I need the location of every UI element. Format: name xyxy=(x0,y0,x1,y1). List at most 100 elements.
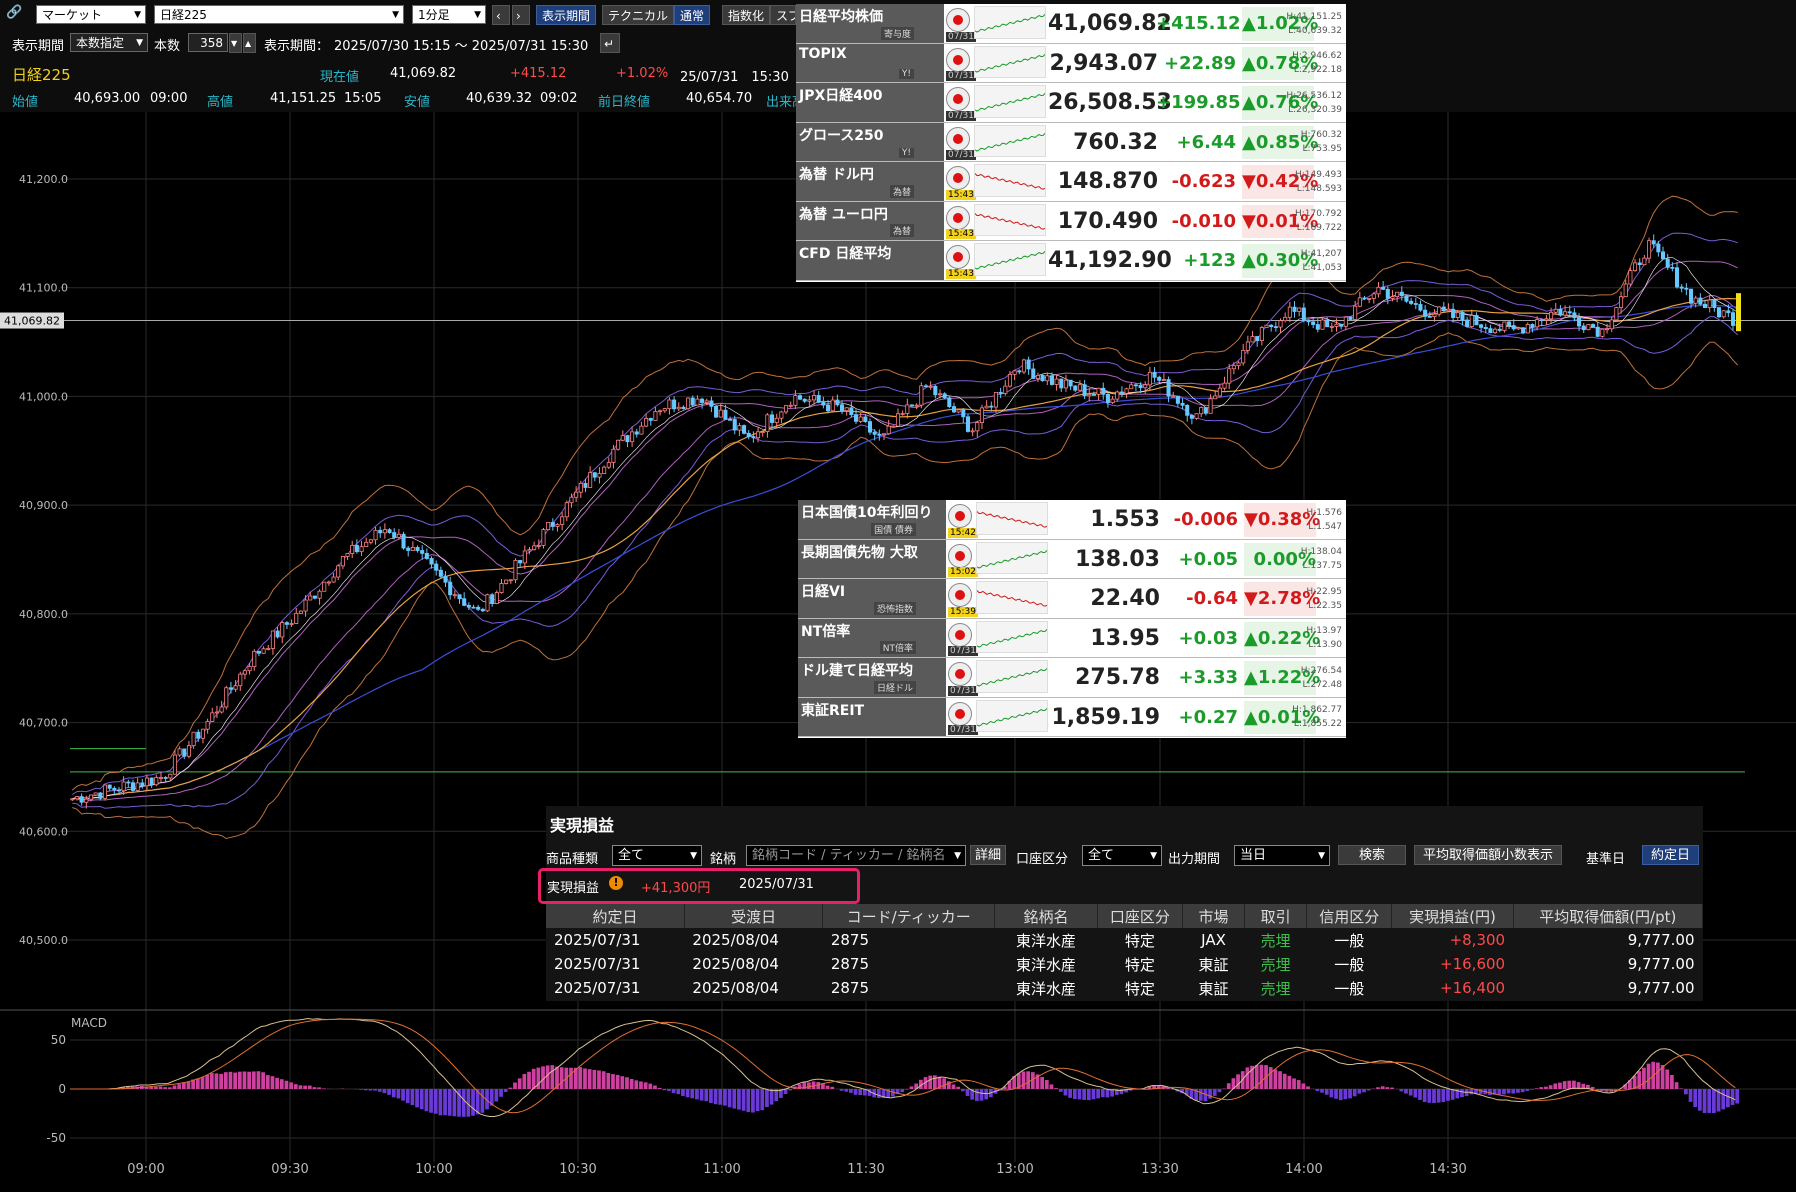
quote-low: L:2,922.18 xyxy=(1293,65,1342,76)
macd-histogram-bar xyxy=(704,1089,709,1102)
macd-histogram-bar xyxy=(461,1089,466,1117)
quote-high: H:13.97 xyxy=(1306,626,1342,637)
quote-row[interactable]: 日経VI 恐怖指数 15:39 22.40 -0.64 ▼2.78% H:22.95 L:22… xyxy=(798,579,1346,619)
candle-body xyxy=(1012,370,1017,375)
index-button[interactable]: 指数化 xyxy=(722,5,771,25)
table-row[interactable]: 2025/07/31 2025/08/04 2875 東洋水産 特定 JAX 売埋 一般 +8,… xyxy=(546,928,1703,952)
quote-row[interactable]: 東証REIT 07/31 1,859.19 +0.27 ▲0.01% H:1,862.77… xyxy=(798,697,1346,737)
candle-body xyxy=(513,560,518,581)
candle-body xyxy=(308,595,313,601)
symbol-select[interactable]: 日経225 ▼ xyxy=(154,5,404,24)
macd-histogram-bar xyxy=(499,1089,503,1097)
quote-row[interactable]: NT倍率 NT倍率 07/31 13.95 +0.03 ▲0.22% H:13.97 L:13… xyxy=(798,618,1346,658)
market-select[interactable]: マーケット ▼ xyxy=(36,5,146,24)
candle-body xyxy=(1399,291,1404,297)
candle-body xyxy=(1600,328,1605,337)
candle-body xyxy=(1306,320,1311,323)
pnl-column-header[interactable]: 銘柄名 xyxy=(994,904,1098,928)
link-icon[interactable]: 🔗 xyxy=(6,5,22,20)
quote-low: L:753.95 xyxy=(1302,144,1342,155)
candle-body xyxy=(364,541,369,547)
table-cell: 2025/08/04 xyxy=(692,955,779,973)
detail-button[interactable]: 詳細 xyxy=(970,845,1007,865)
quote-row[interactable]: 為替 ドル円 為替 15:43 148.870 -0.623 ▼0.42% H:149.49… xyxy=(796,162,1346,202)
next-button[interactable]: › xyxy=(512,5,530,25)
quote-row[interactable]: グロース250 Y! 07/31 760.32 +6.44 ▲0.85% H:760.32 L… xyxy=(796,122,1346,162)
pnl-column-header[interactable]: 平均取得価額(円/pt) xyxy=(1513,904,1704,928)
chevron-down-icon: ▼ xyxy=(474,10,481,20)
prev-button[interactable]: ‹ xyxy=(492,5,510,25)
spread-button[interactable]: スプ xyxy=(770,5,796,25)
pnl-column-header[interactable]: 約定日 xyxy=(546,904,685,928)
count-up-button[interactable]: ▲ xyxy=(243,33,256,53)
quote-high-low: H:1,862.77 L:1,855.22 xyxy=(1292,703,1342,731)
candle-body xyxy=(284,622,289,625)
pnl-column-header[interactable]: 市場 xyxy=(1182,904,1246,928)
account-select[interactable]: 全て ▼ xyxy=(1082,845,1162,866)
quote-date: 15:42 xyxy=(948,527,978,538)
reset-icon[interactable]: ↵ xyxy=(600,33,620,53)
macd-histogram-bar xyxy=(951,1084,956,1089)
quote-row[interactable]: CFD 日経平均 15:43 41,192.90 +123 ▲0.30% H:41,207… xyxy=(796,241,1346,281)
interval-select[interactable]: 1分足 ▼ xyxy=(412,5,486,24)
table-row[interactable]: 2025/07/31 2025/08/04 2875 東洋水産 特定 東証 売埋 一般 +16,… xyxy=(546,976,1703,1000)
candle-body xyxy=(1045,375,1050,382)
pnl-column-header[interactable]: 口座区分 xyxy=(1097,904,1183,928)
pnl-column-header[interactable]: 実現損益(円) xyxy=(1391,904,1514,928)
macd-histogram-bar xyxy=(317,1087,321,1089)
period-button[interactable]: 表示期間 xyxy=(536,5,597,25)
brand-input[interactable]: 銘柄コード / ティッカー / 銘柄名 ▼ xyxy=(746,845,966,866)
macd-histogram-bar xyxy=(1105,1089,1110,1098)
quote-row[interactable]: ドル建て日経平均 日経ドル 07/31 275.78 +3.33 ▲1.22% H:276.… xyxy=(798,658,1346,698)
pnl-column-header[interactable]: 受渡日 xyxy=(684,904,824,928)
warning-icon[interactable]: ! xyxy=(609,876,623,890)
candle-body xyxy=(1273,326,1278,329)
table-row[interactable]: 2025/07/31 2025/08/04 2875 東洋水産 特定 東証 売埋 一般 +16,… xyxy=(546,952,1703,976)
candle-body xyxy=(536,545,541,547)
candle-body xyxy=(1171,395,1176,398)
quote-row[interactable]: JPX日経400 07/31 26,508.53 +199.85 ▲0.76% H:26,… xyxy=(796,83,1346,123)
macd-histogram-bar xyxy=(928,1075,933,1089)
macd-histogram-bar xyxy=(247,1071,251,1089)
quote-row[interactable]: 長期国債先物 大取 15:02 138.03 +0.05 0.00% H:138.04 L:… xyxy=(798,539,1346,579)
candle-body xyxy=(891,425,896,428)
macd-histogram-bar xyxy=(359,1089,363,1090)
search-button[interactable]: 検索 xyxy=(1338,845,1406,865)
candle-body xyxy=(1633,262,1638,271)
candle-body xyxy=(1194,413,1199,419)
pnl-column-header[interactable]: 取引 xyxy=(1244,904,1308,928)
candle-body xyxy=(881,433,887,436)
pnl-column-header[interactable]: コード/ティッカー xyxy=(822,904,996,928)
output-period-label: 出力期間 xyxy=(1168,852,1221,867)
candle-body xyxy=(172,754,177,775)
macd-histogram-bar xyxy=(984,1089,989,1100)
candle-body xyxy=(807,399,812,402)
avg-price-decimal-button[interactable]: 平均取得価額小数表示 xyxy=(1414,845,1563,865)
count-down-button[interactable]: ▼ xyxy=(229,33,242,53)
price-tick-label: 41,200.0 xyxy=(19,173,68,186)
technical-button[interactable]: テクニカル xyxy=(602,5,675,25)
base-date-button[interactable]: 約定日 xyxy=(1642,845,1700,865)
quote-row[interactable]: 為替 ユーロ円 為替 15:43 170.490 -0.010 ▼0.01% H:170.7… xyxy=(796,201,1346,241)
output-period-select[interactable]: 当日 ▼ xyxy=(1234,845,1330,866)
macd-pane: MACD 50 0 -50 xyxy=(46,1016,1796,1145)
candle-body xyxy=(951,406,957,413)
normal-button[interactable]: 通常 xyxy=(674,5,711,25)
quote-row[interactable]: 日経平均株価 寄与度 07/31 41,069.82 +415.12 ▲1.02% H:41… xyxy=(796,4,1346,44)
quote-name-label: 為替 ユーロ円 xyxy=(799,206,888,223)
quote-sparkline xyxy=(976,581,1048,614)
macd-histogram-bar xyxy=(1735,1089,1740,1104)
count-input[interactable]: 358 xyxy=(188,33,228,52)
candle-body xyxy=(672,399,677,410)
macd-histogram-bar xyxy=(256,1071,261,1089)
time-tick-label: 14:00 xyxy=(1285,1162,1322,1177)
quote-row[interactable]: TOPIX Y! 07/31 2,943.07 +22.89 ▲0.78% H:2,946.… xyxy=(796,43,1346,83)
candle-body xyxy=(107,784,112,789)
candle-body xyxy=(569,496,574,504)
pnl-column-header[interactable]: 信用区分 xyxy=(1306,904,1393,928)
quote-row[interactable]: 日本国債10年利回り 国債 債券 15:42 1.553 -0.006 ▼0.38% H:1… xyxy=(798,500,1346,540)
period-mode-select[interactable]: 本数指定 ▼ xyxy=(70,33,148,52)
macd-histogram-bar xyxy=(1352,1089,1357,1097)
type-select[interactable]: 全て ▼ xyxy=(612,845,702,866)
candle-body xyxy=(1591,324,1596,328)
